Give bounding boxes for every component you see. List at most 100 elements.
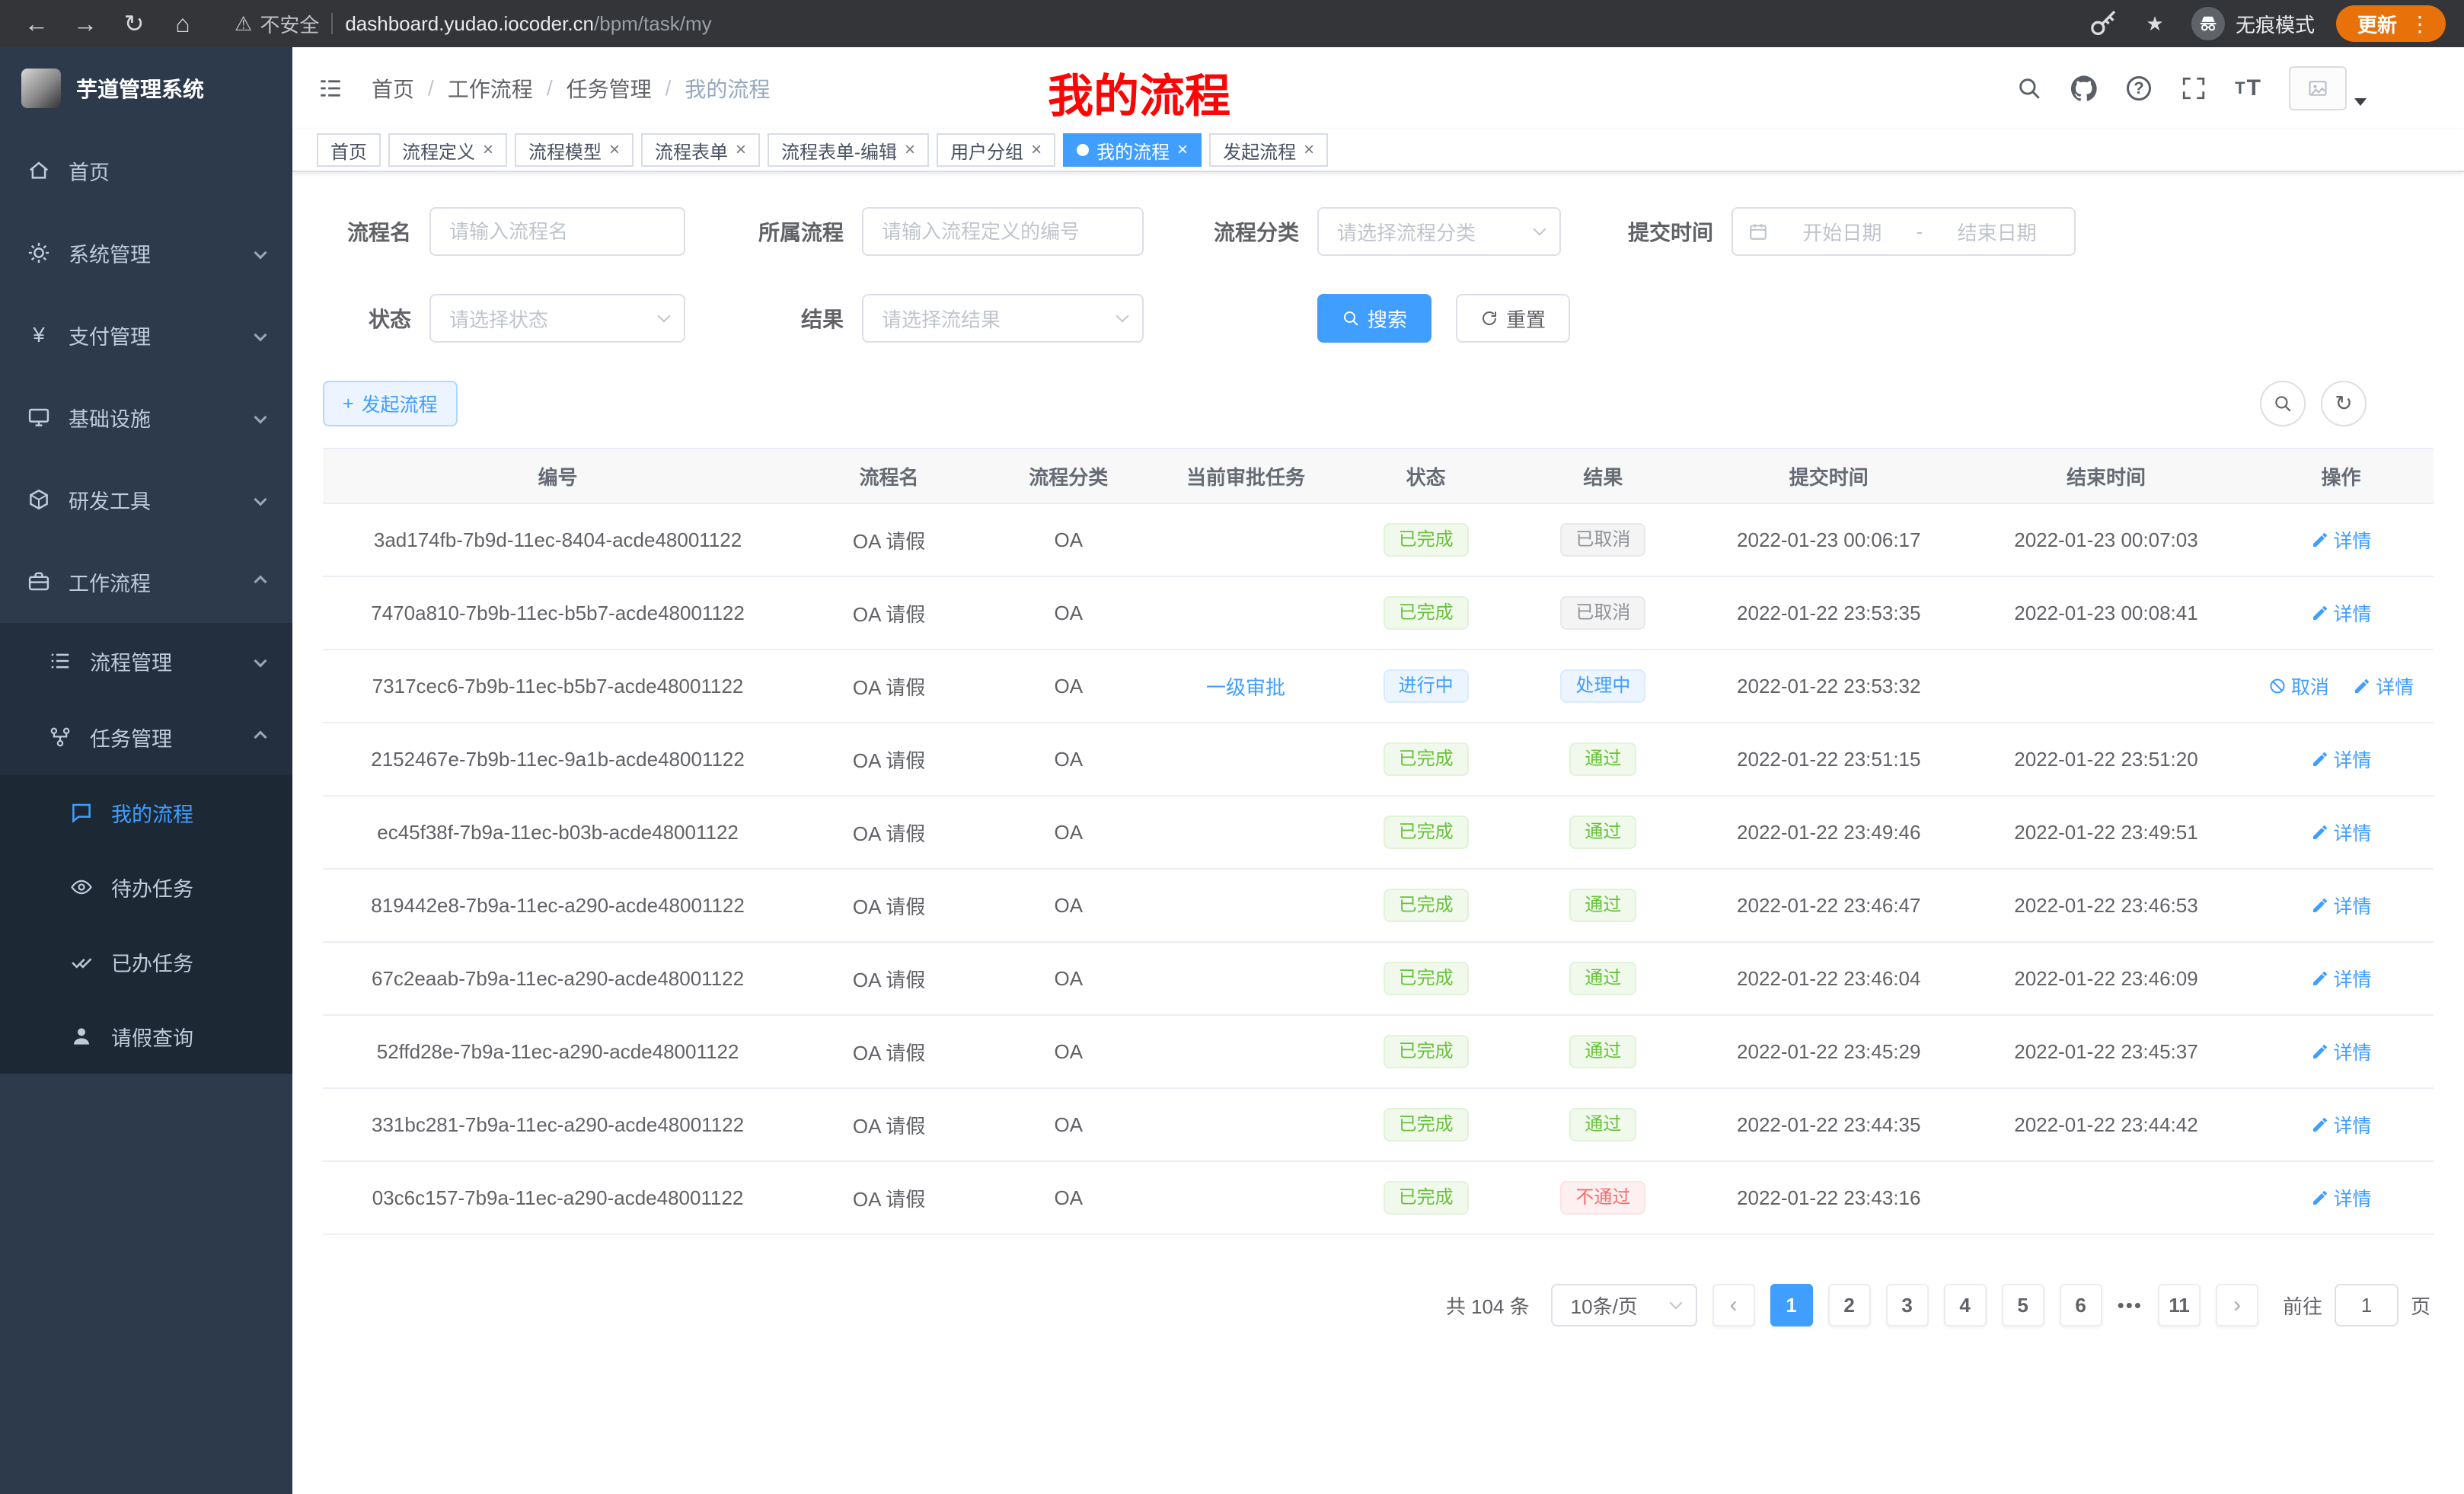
status-badge: 已完成 xyxy=(1384,1035,1469,1068)
table-toolbar: + 发起流程 ↻ xyxy=(323,381,2434,426)
breadcrumb-home[interactable]: 首页 xyxy=(372,73,414,104)
detail-link[interactable]: 详情 xyxy=(2311,1184,2372,1211)
breadcrumb-workflow[interactable]: 工作流程 xyxy=(448,73,533,104)
detail-link[interactable]: 详情 xyxy=(2311,892,2372,919)
next-page-button[interactable]: › xyxy=(2216,1284,2258,1326)
browser-menu-icon[interactable]: ⋮ xyxy=(2409,11,2430,37)
sidebar-item-done-task[interactable]: 已办任务 xyxy=(0,924,292,999)
close-icon[interactable]: × xyxy=(1031,139,1042,161)
search-icon[interactable] xyxy=(2015,74,2044,103)
sidebar-item-my-process[interactable]: 我的流程 xyxy=(0,775,292,850)
tab-home[interactable]: 首页 xyxy=(317,133,381,167)
sidebar: 芋道管理系统 首页 系统管理 ¥ 支付管理 基础设施 xyxy=(0,47,292,1494)
page-button-3[interactable]: 3 xyxy=(1886,1284,1929,1326)
browser-actions: ★ 无痕模式 更新 ⋮ xyxy=(2088,5,2446,42)
user-menu[interactable] xyxy=(2289,66,2367,110)
detail-link[interactable]: 详情 xyxy=(2311,819,2372,846)
bookmark-star-icon[interactable]: ★ xyxy=(2140,8,2170,39)
start-date-placeholder: 开始日期 xyxy=(1780,218,1904,246)
browser-home-icon[interactable]: ⌂ xyxy=(164,5,201,42)
url-text[interactable]: dashboard.yudao.iocoder.cn/bpm/task/my xyxy=(345,12,711,36)
cancel-link[interactable]: 取消 xyxy=(2268,672,2329,700)
current-task-link[interactable]: 一级审批 xyxy=(1206,676,1285,699)
process-name-input[interactable] xyxy=(429,207,685,256)
sidebar-fold-icon[interactable] xyxy=(314,72,347,105)
browser-forward-icon[interactable]: → xyxy=(67,5,104,42)
filter-form: 流程名 所属流程 流程分类 请选择流程分类 提交时间 xyxy=(323,207,2434,343)
refresh-button[interactable]: ↻ xyxy=(2321,381,2367,426)
page-button-5[interactable]: 5 xyxy=(2002,1284,2044,1326)
app-logo[interactable]: 芋道管理系统 xyxy=(0,47,292,129)
submit-time-range[interactable]: 开始日期 - 结束日期 xyxy=(1732,207,2076,256)
breadcrumb-task-mgmt[interactable]: 任务管理 xyxy=(567,73,652,104)
category-select[interactable]: 请选择流程分类 xyxy=(1317,207,1561,256)
close-icon[interactable]: × xyxy=(736,139,746,161)
process-table: 编号 流程名 流程分类 当前审批任务 状态 结果 提交时间 结束时间 操作 xyxy=(323,448,2434,1235)
detail-link[interactable]: 详情 xyxy=(2311,965,2372,992)
detail-link[interactable]: 详情 xyxy=(2311,526,2372,554)
github-icon[interactable] xyxy=(2070,74,2099,103)
update-button[interactable]: 更新 ⋮ xyxy=(2336,5,2446,42)
tab-process-model[interactable]: 流程模型× xyxy=(515,133,634,167)
page-button-1[interactable]: 1 xyxy=(1770,1284,1813,1326)
gear-icon xyxy=(27,241,50,264)
reset-button[interactable]: 重置 xyxy=(1456,294,1570,343)
col-submit-time: 提交时间 xyxy=(1694,449,1964,503)
avatar[interactable] xyxy=(2289,66,2347,110)
font-size-icon[interactable]: TT xyxy=(2234,74,2263,103)
close-icon[interactable]: × xyxy=(1177,139,1188,161)
page-button-2[interactable]: 2 xyxy=(1828,1284,1871,1326)
tab-process-definition[interactable]: 流程定义× xyxy=(388,133,507,167)
sidebar-item-infra[interactable]: 基础设施 xyxy=(0,376,292,458)
sidebar-item-todo-task[interactable]: 待办任务 xyxy=(0,850,292,924)
result-select[interactable]: 请选择流结果 xyxy=(862,294,1144,343)
page-size-select[interactable]: 10条/页 xyxy=(1551,1284,1697,1326)
sidebar-item-system[interactable]: 系统管理 xyxy=(0,212,292,294)
edit-icon xyxy=(2353,677,2371,695)
sidebar-item-task-mgmt[interactable]: 任务管理 xyxy=(0,699,292,775)
tab-process-form-edit[interactable]: 流程表单-编辑× xyxy=(768,133,929,167)
more-pages-icon[interactable]: ••• xyxy=(2118,1294,2143,1317)
close-icon[interactable]: × xyxy=(1304,139,1314,161)
address-bar[interactable]: ⚠ 不安全 dashboard.yudao.iocoder.cn/bpm/tas… xyxy=(235,10,2088,38)
page-button-6[interactable]: 6 xyxy=(2060,1284,2102,1326)
sidebar-item-payment[interactable]: ¥ 支付管理 xyxy=(0,294,292,376)
detail-link[interactable]: 详情 xyxy=(2311,745,2372,773)
close-icon[interactable]: × xyxy=(483,139,493,161)
process-def-input[interactable] xyxy=(862,207,1144,256)
status-badge: 已完成 xyxy=(1384,1181,1469,1215)
browser-toolbar: ← → ↻ ⌂ ⚠ 不安全 dashboard.yudao.iocoder.cn… xyxy=(0,0,2464,47)
detail-link[interactable]: 详情 xyxy=(2311,1111,2372,1138)
result-badge: 通过 xyxy=(1569,1035,1636,1068)
page-button-11[interactable]: 11 xyxy=(2158,1284,2201,1326)
tab-user-group[interactable]: 用户分组× xyxy=(937,133,1055,167)
help-icon[interactable]: ? xyxy=(2124,74,2153,103)
start-process-button[interactable]: + 发起流程 xyxy=(323,381,458,426)
search-button[interactable]: 搜索 xyxy=(1317,294,1431,343)
show-search-button[interactable] xyxy=(2260,381,2306,426)
sidebar-item-leave-query[interactable]: 请假查询 xyxy=(0,999,292,1074)
detail-link[interactable]: 详情 xyxy=(2353,672,2414,700)
detail-link[interactable]: 详情 xyxy=(2311,599,2372,627)
breadcrumb-current: 我的流程 xyxy=(685,73,770,104)
sidebar-item-workflow[interactable]: 工作流程 xyxy=(0,541,292,623)
status-select[interactable]: 请选择状态 xyxy=(429,294,685,343)
tab-start-process[interactable]: 发起流程× xyxy=(1209,133,1328,167)
detail-link[interactable]: 详情 xyxy=(2311,1038,2372,1065)
sidebar-item-home[interactable]: 首页 xyxy=(0,129,292,212)
close-icon[interactable]: × xyxy=(905,139,915,161)
sidebar-item-devtools[interactable]: 研发工具 xyxy=(0,458,292,541)
fullscreen-icon[interactable] xyxy=(2179,74,2208,103)
browser-reload-icon[interactable]: ↻ xyxy=(116,5,152,42)
close-icon[interactable]: × xyxy=(609,139,620,161)
security-status[interactable]: ⚠ 不安全 xyxy=(235,10,319,38)
tab-my-process[interactable]: 我的流程× xyxy=(1063,133,1202,167)
sidebar-item-process-mgmt[interactable]: 流程管理 xyxy=(0,623,292,699)
password-key-icon[interactable] xyxy=(2088,8,2118,39)
tab-process-form[interactable]: 流程表单× xyxy=(641,133,760,167)
double-check-icon xyxy=(70,950,93,973)
browser-back-icon[interactable]: ← xyxy=(18,5,55,42)
goto-page-input[interactable] xyxy=(2335,1284,2399,1326)
prev-page-button[interactable]: ‹ xyxy=(1712,1284,1755,1326)
page-button-4[interactable]: 4 xyxy=(1944,1284,1987,1326)
